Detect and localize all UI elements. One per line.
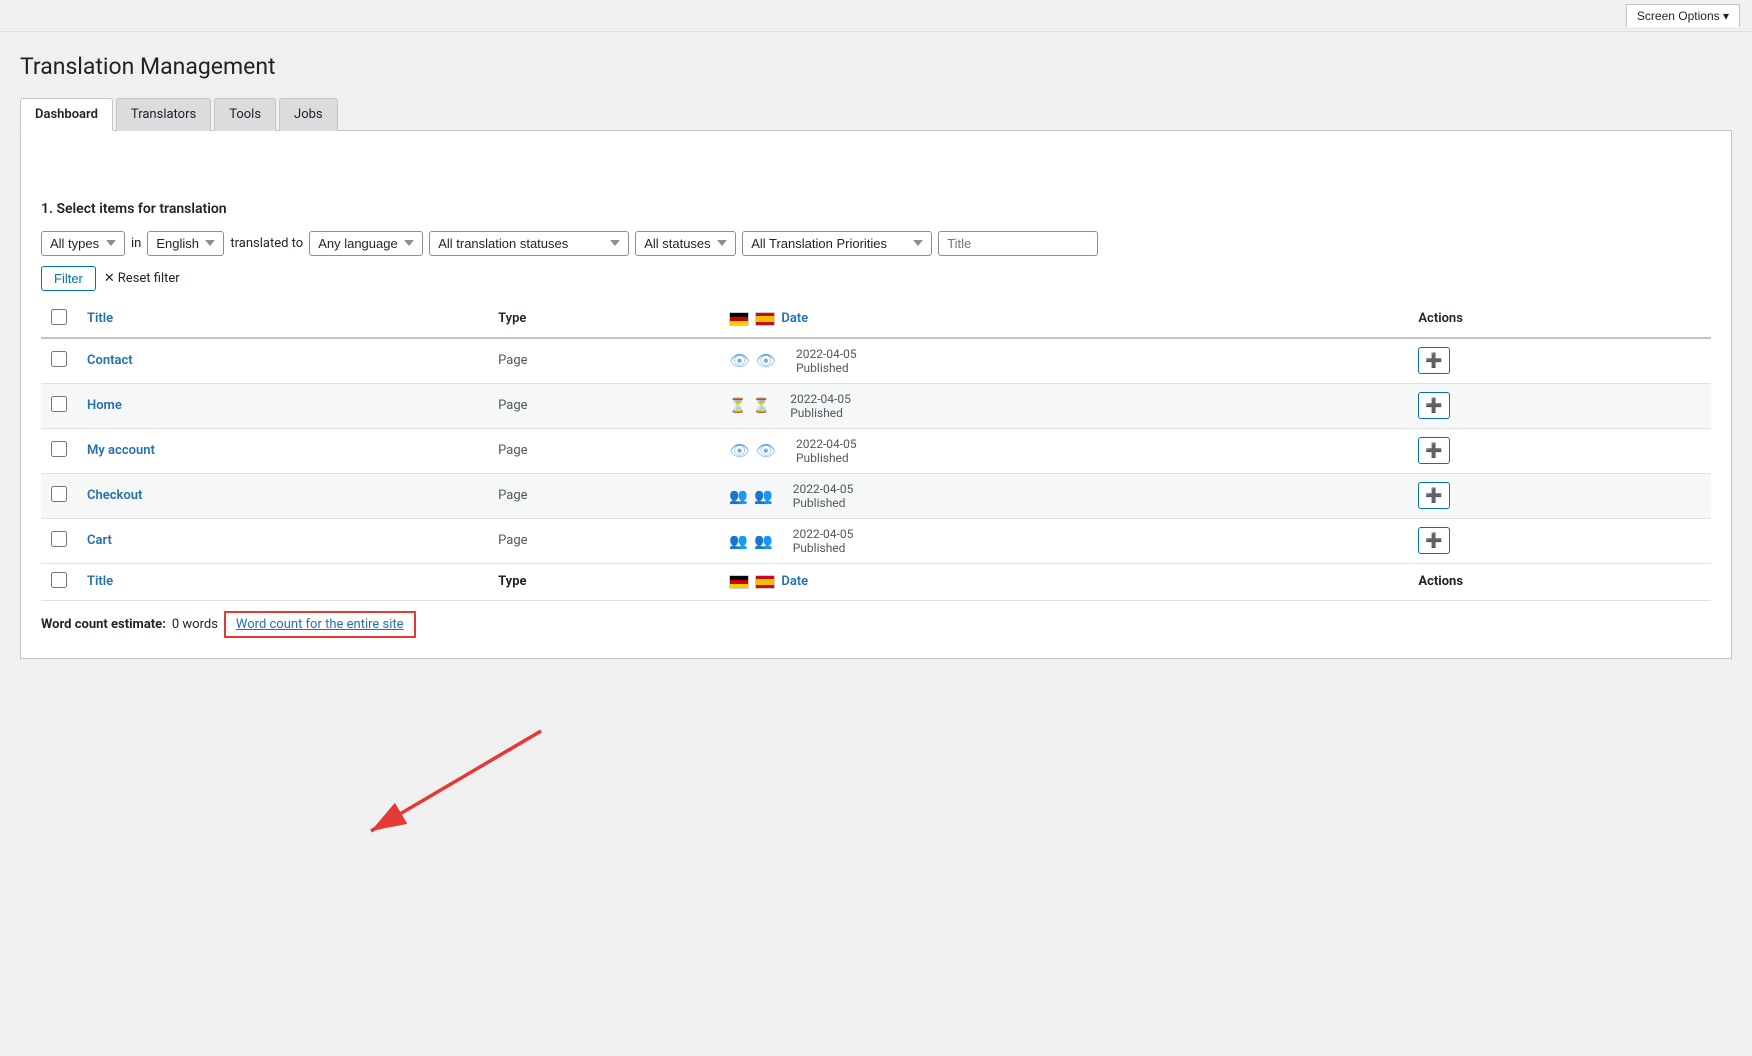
tab-dashboard[interactable]: Dashboard [20,98,113,131]
reset-filter-label: Reset filter [118,271,180,286]
table-row: Contact Page 👁 👁 2022-04-05 Publish [41,338,1711,384]
in-label: in [131,236,141,251]
items-table: Title Type Date Actions [41,301,1711,601]
priorities-filter[interactable]: All Translation Priorities [742,231,932,256]
reset-filter-link[interactable]: ✕ Reset filter [104,271,180,286]
all-statuses-filter[interactable]: All statuses [635,231,736,256]
footer-date-sort-link[interactable]: Date [781,574,808,589]
row-checkbox[interactable] [51,396,67,412]
language-filter[interactable]: English [147,231,224,256]
row-checkbox[interactable] [51,441,67,457]
add-translation-button[interactable]: ➕ [1418,482,1449,509]
footer-col-title: Title [77,563,488,600]
row-date: 2022-04-05 [796,437,857,451]
type-filter[interactable]: All types [41,231,125,256]
col-type: Type [488,301,719,338]
row-type: Page [488,428,719,473]
flag1-status-icon: 👥 [729,532,748,550]
flag2-status-icon: 👥 [754,532,773,550]
col-flags: Date [719,301,1408,338]
row-status: Published [796,361,857,375]
row-title-link[interactable]: Checkout [87,488,142,503]
title-sort-link[interactable]: Title [87,311,113,326]
filter-button[interactable]: Filter [41,266,96,291]
row-checkbox[interactable] [51,351,67,367]
tab-tools[interactable]: Tools [214,98,276,131]
tab-jobs[interactable]: Jobs [279,98,338,131]
title-search-input[interactable] [938,231,1098,256]
flag2-status-icon: ⏳ [753,398,770,414]
date-sort-link[interactable]: Date [781,311,808,326]
flag1-status-icon: 👥 [729,487,748,505]
row-title-link[interactable]: My account [87,443,155,458]
row-date: 2022-04-05 [793,527,854,541]
row-flags-date: ⏳ ⏳ 2022-04-05 Published [719,383,1408,428]
row-type: Page [488,518,719,563]
row-flags-date: 👁 👁 2022-04-05 Published [719,338,1408,384]
row-date: 2022-04-05 [796,347,857,361]
col-title: Title [77,301,488,338]
row-type: Page [488,473,719,518]
row-type: Page [488,383,719,428]
screen-options-button[interactable]: Screen Options ▾ [1626,4,1740,27]
col-actions: Actions [1408,301,1711,338]
row-date: 2022-04-05 [793,482,854,496]
flag2-status-icon: 👁 [756,351,776,370]
word-count-value: 0 words [172,617,218,632]
row-date: 2022-04-05 [790,392,851,406]
row-status: Published [793,496,854,510]
footer-col-flags: Date [719,563,1408,600]
flag1-status-icon: 👁 [729,441,749,460]
table-row: Checkout Page 👥 👥 2022-04-05 Publis [41,473,1711,518]
tab-translators[interactable]: Translators [116,98,211,131]
tab-bar: Dashboard Translators Tools Jobs [20,98,1732,131]
any-language-filter[interactable]: Any language [309,231,423,256]
word-count-label: Word count estimate: [41,617,166,632]
page-title: Translation Management [20,52,1732,82]
table-row: Home Page ⏳ ⏳ 2022-04-05 Published [41,383,1711,428]
footer-col-actions: Actions [1408,563,1711,600]
row-title-link[interactable]: Cart [87,533,112,548]
row-title-link[interactable]: Home [87,398,122,413]
section-title: 1. Select items for translation [41,201,1711,217]
flag2-status-icon: 👥 [754,487,773,505]
select-all-checkbox[interactable] [51,309,67,325]
row-type: Page [488,338,719,384]
table-row: Cart Page 👥 👥 2022-04-05 Published [41,518,1711,563]
row-flags-date: 👥 👥 2022-04-05 Published [719,518,1408,563]
select-all-footer-checkbox[interactable] [51,572,67,588]
table-row: My account Page 👁 👁 2022-04-05 Publ [41,428,1711,473]
row-title-link[interactable]: Contact [87,353,133,368]
row-checkbox[interactable] [51,486,67,502]
filter-row: All types in English translated to Any l… [41,231,1711,256]
row-flags-date: 👁 👁 2022-04-05 Published [719,428,1408,473]
add-translation-button[interactable]: ➕ [1418,437,1449,464]
flag1-status-icon: ⏳ [729,398,746,414]
row-status: Published [796,451,857,465]
row-flags-date: 👥 👥 2022-04-05 Published [719,473,1408,518]
word-count-bar: Word count estimate: 0 words Word count … [41,611,1711,638]
add-translation-button[interactable]: ➕ [1418,527,1449,554]
row-status: Published [790,406,851,420]
word-count-link[interactable]: Word count for the entire site [236,617,404,632]
row-status: Published [793,541,854,555]
flag2-status-icon: 👁 [756,441,776,460]
flag1-status-icon: 👁 [729,351,749,370]
footer-title-sort-link[interactable]: Title [87,574,113,589]
reset-x-icon: ✕ [104,271,115,286]
filter-actions: Filter ✕ Reset filter [41,266,1711,291]
row-checkbox[interactable] [51,531,67,547]
translation-status-filter[interactable]: All translation statuses [429,231,629,256]
add-translation-button[interactable]: ➕ [1418,347,1449,374]
footer-col-type: Type [488,563,719,600]
translated-to-label: translated to [230,236,303,251]
add-translation-button[interactable]: ➕ [1418,392,1449,419]
word-count-link-box: Word count for the entire site [224,611,416,638]
